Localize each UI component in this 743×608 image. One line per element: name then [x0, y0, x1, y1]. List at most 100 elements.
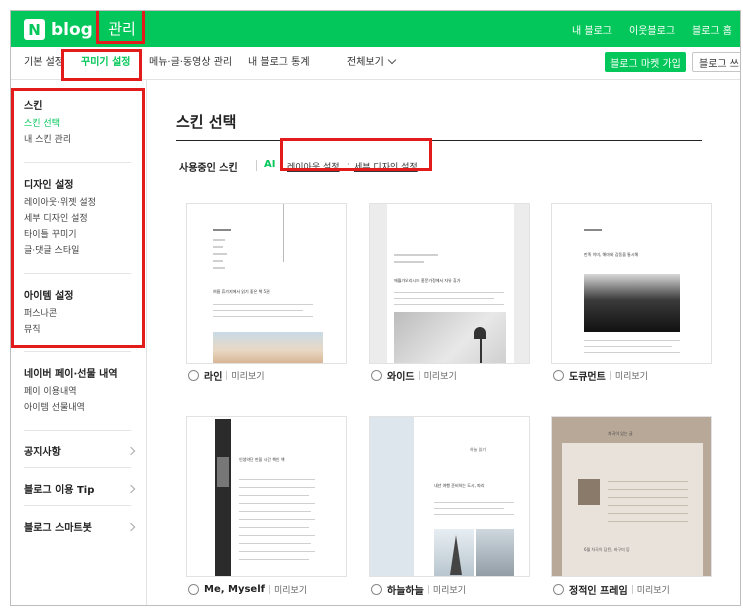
blog-home-link[interactable]: 블로그 홈 [692, 22, 732, 37]
sidebar-divider [24, 273, 131, 274]
radio-button[interactable] [371, 369, 382, 381]
notice-label: 공지사항 [24, 447, 61, 458]
neighbor-blog-link[interactable]: 이웃블로그 [629, 22, 675, 37]
skin-name: 하늘하늘 [387, 585, 424, 597]
skin-card-line[interactable]: 여름 휴가지에서 읽기 좋은 책 5권 [186, 203, 347, 364]
skin-card-static-frame[interactable]: 차곡이 있는 글 6월 차곡이 담된, 바구미 등 [551, 416, 712, 577]
card-frame-caption: 6월 차곡이 담된, 바구미 등 [584, 547, 630, 552]
card-sky-title: 내년 여행 준비하는 도시, 파리 [434, 483, 485, 488]
radio-button[interactable] [188, 369, 199, 381]
sidebar-item-layout-widget[interactable]: 레이아웃·위젯 설정 [24, 195, 96, 208]
detail-design-link[interactable]: 세부 디자인 설정 [354, 160, 418, 173]
sidebar-link-tips[interactable]: 블로그 이용 Tip [24, 481, 136, 496]
sidebar-divider [24, 430, 131, 431]
main-content: 스킨 선택 사용중인 스킨 AI 레이아웃 설정 · 세부 디자인 설정 여름 … [148, 80, 740, 605]
sidebar-item-personacon[interactable]: 퍼스나콘 [24, 306, 57, 319]
card-document-title: 만족 이미, 해마와 감동을 통시해 [584, 252, 639, 257]
skin-name: 라인 [204, 371, 223, 383]
tab-basic-settings[interactable]: 기본 설정 [24, 47, 64, 80]
tips-label: 블로그 이용 Tip [24, 485, 95, 496]
tab-menu-post-video[interactable]: 메뉴·글·동영상 관리 [149, 47, 232, 80]
preview-link[interactable]: 미리보기 [615, 369, 648, 382]
card-wide-title: 애월가오리시드 홈문가정에서 자유 휴가 [394, 278, 461, 283]
sidebar-item-title-decorate[interactable]: 타이틀 꾸미기 [24, 227, 77, 240]
write-blog-button[interactable]: 블로그 쓰기 [692, 52, 740, 72]
sidebar-item-music[interactable]: 뮤직 [24, 322, 41, 335]
title-rule [176, 140, 702, 141]
settings-nav: 기본 설정 꾸미기 설정 메뉴·글·동영상 관리 내 블로그 통계 전체보기 블… [11, 47, 740, 80]
lamp-photo [394, 312, 506, 363]
chevron-right-icon [126, 522, 136, 531]
skin-name: 와이드 [387, 371, 415, 383]
skin-card-wide[interactable]: 애월가오리시드 홈문가정에서 자유 휴가 [369, 203, 530, 364]
card-sky-name: 하늘 읽기 [470, 447, 486, 452]
sidebar-divider [24, 351, 131, 352]
card-frame-title: 차곡이 있는 글 [608, 431, 633, 436]
layout-settings-link[interactable]: 레이아웃 설정 [287, 160, 340, 173]
top-links: 내 블로그 이웃블로그 블로그 홈 [572, 11, 732, 47]
logo-text: blog [51, 19, 93, 40]
sidebar: 스킨 스킨 선택 내 스킨 관리 디자인 설정 레이아웃·위젯 설정 세부 디자… [11, 80, 147, 605]
skin-option-document[interactable]: 도큐먼트 미리보기 [553, 368, 648, 383]
radio-button[interactable] [553, 369, 564, 381]
sidebar-item-detail-design[interactable]: 세부 디자인 설정 [24, 211, 88, 224]
page-title: 스킨 선택 [176, 113, 237, 131]
chevron-right-icon [126, 484, 136, 493]
skin-card-me-myself[interactable]: 인생약단 만을 시간 책인 책 [186, 416, 347, 577]
card-me-title: 인생약단 만을 시간 책인 책 [239, 457, 285, 462]
sidebar-skin-title: 스킨 [24, 101, 43, 112]
skin-name: 도큐먼트 [569, 371, 606, 383]
sidebar-item-skin-select[interactable]: 스킨 선택 [24, 116, 60, 129]
radio-button[interactable] [188, 583, 199, 595]
sidebar-divider [24, 467, 131, 468]
blog-market-join-button[interactable]: 블로그 마켓 가입 [605, 52, 686, 72]
current-skin-name: AI [264, 159, 276, 170]
top-bar: N blog 관리 내 블로그 이웃블로그 블로그 홈 [11, 11, 740, 47]
browser-frame: N blog 관리 내 블로그 이웃블로그 블로그 홈 기본 설정 꾸미기 설정… [10, 10, 741, 606]
sidebar-item-gift-history[interactable]: 아이템 선물내역 [24, 400, 85, 413]
card-line-title: 여름 휴가지에서 읽기 좋은 책 5권 [213, 289, 270, 294]
skin-option-wide[interactable]: 와이드 미리보기 [371, 368, 457, 383]
chevron-right-icon [126, 446, 136, 455]
radio-button[interactable] [553, 583, 564, 595]
label-separator [631, 584, 633, 594]
paris-photo [476, 529, 514, 576]
preview-link[interactable]: 미리보기 [424, 369, 457, 382]
skin-card-document[interactable]: 만족 이미, 해마와 감동을 통시해 [551, 203, 712, 364]
sidebar-item-settings-title: 아이템 설정 [24, 291, 74, 302]
sidebar-pay-title: 네이버 페이·선물 내역 [24, 369, 118, 380]
label-separator [269, 584, 270, 594]
skin-card-sky[interactable]: 하늘 읽기 내년 여행 준비하는 도시, 파리 [369, 416, 530, 577]
sidebar-link-smartbot[interactable]: 블로그 스마트봇 [24, 519, 136, 534]
skin-option-sky[interactable]: 하늘하늘 미리보기 [371, 582, 466, 597]
using-skin-label: 사용중인 스킨 [179, 163, 238, 174]
preview-link[interactable]: 미리보기 [274, 583, 307, 596]
skin-option-static-frame[interactable]: 정적인 프레임 미리보기 [553, 582, 670, 597]
management-title: 관리 [108, 19, 136, 38]
sidebar-item-post-style[interactable]: 글·댓글 스타일 [24, 243, 79, 256]
my-blog-link[interactable]: 내 블로그 [572, 22, 612, 37]
naver-blog-logo[interactable]: N blog [24, 18, 93, 41]
preview-link[interactable]: 미리보기 [637, 583, 670, 596]
sidebar-link-notice[interactable]: 공지사항 [24, 443, 136, 458]
preview-link[interactable]: 미리보기 [231, 369, 264, 382]
sidebar-design-title: 디자인 설정 [24, 180, 74, 191]
tab-blog-stats[interactable]: 내 블로그 통계 [248, 47, 310, 80]
link-separator: · [347, 160, 350, 170]
frame-photo [578, 479, 600, 505]
tab-view-all[interactable]: 전체보기 [347, 47, 397, 80]
naver-n-icon: N [24, 19, 45, 40]
label-separator [427, 584, 429, 594]
skin-name: 정적인 프레임 [569, 585, 628, 597]
radio-button[interactable] [371, 583, 382, 595]
tab-decoration-settings[interactable]: 꾸미기 설정 [81, 47, 131, 80]
using-separator [256, 160, 257, 171]
sidebar-item-pay-history[interactable]: 페이 이용내역 [24, 384, 77, 397]
sidebar-item-my-skin[interactable]: 내 스킨 관리 [24, 132, 71, 145]
skin-option-line[interactable]: 라인 미리보기 [188, 368, 265, 383]
label-separator [609, 370, 611, 380]
sidebar-divider [24, 505, 131, 506]
chevron-down-icon [387, 55, 397, 65]
preview-link[interactable]: 미리보기 [433, 583, 466, 596]
skin-option-me-myself[interactable]: Me, Myself 미리보기 [188, 582, 307, 596]
